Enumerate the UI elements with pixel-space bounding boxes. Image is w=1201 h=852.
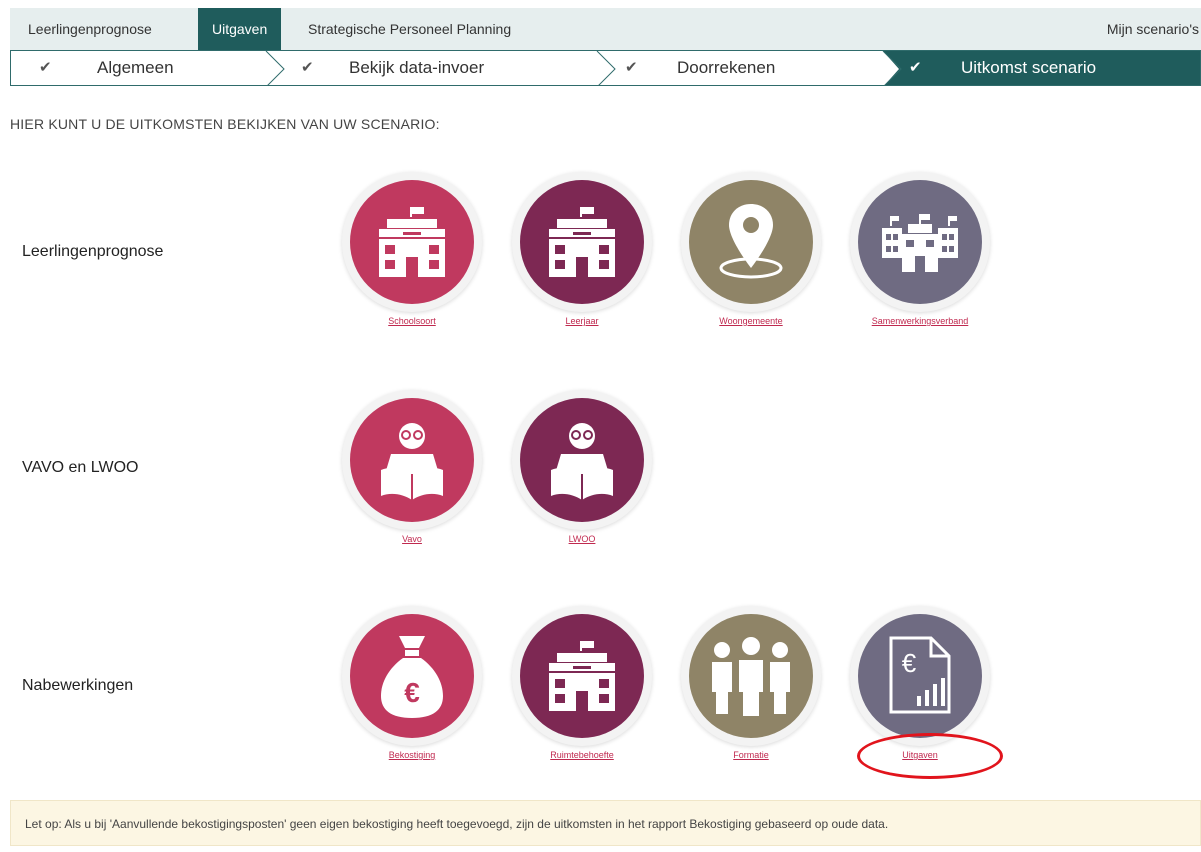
tile-link[interactable]: Ruimtebehoefte [512,750,652,760]
step-label: Algemeen [97,58,174,77]
tab-uitgaven[interactable]: Uitgaven [198,8,282,50]
tile-link[interactable]: Schoolsoort [342,316,482,326]
tile-link[interactable]: LWOO [512,534,652,544]
tile-circle: € [850,606,990,746]
tile-leerjaar[interactable]: Leerjaar [512,172,652,326]
notice-banner: Let op: Als u bij 'Aanvullende bekostigi… [10,800,1201,846]
reader-icon [350,398,474,522]
tile-circle [512,606,652,746]
tile-circle [342,172,482,312]
expense-report-icon: € [858,614,982,738]
tile-woongemeente[interactable]: Woongemeente [681,172,821,326]
tile-circle [512,390,652,530]
step-algemeen[interactable]: ✔ Algemeen [39,51,174,85]
step-label: Bekijk data-invoer [349,58,485,77]
tab-strategische-personeel-planning[interactable]: Strategische Personeel Planning [294,8,525,50]
tab-leerlingenprognose[interactable]: Leerlingenprognose [14,8,166,50]
step-divider [265,51,285,85]
tile-link[interactable]: Vavo [342,534,482,544]
tile-circle [681,172,821,312]
tile-ruimtebehoefte[interactable]: Ruimtebehoefte [512,606,652,760]
check-icon: ✔ [39,59,52,76]
tile-circle [850,172,990,312]
location-pin-icon [689,180,813,304]
svg-text:€: € [404,677,420,708]
step-label: Uitkomst scenario [961,58,1097,77]
tile-link[interactable]: Samenwerkingsverband [850,316,990,326]
section-label-vavo-lwoo: VAVO en LWOO [22,459,139,476]
tile-link[interactable]: Woongemeente [681,316,821,326]
check-icon: ✔ [301,59,314,76]
my-scenarios-link[interactable]: Mijn scenario's [1107,8,1201,50]
wizard-steps: ✔ Algemeen ✔ Bekijk data-invoer ✔ Doorre… [10,50,1201,86]
tile-schoolsoort[interactable]: Schoolsoort [342,172,482,326]
people-group-icon [689,614,813,738]
tile-vavo[interactable]: Vavo [342,390,482,544]
step-doorrekenen[interactable]: ✔ Doorrekenen [625,51,775,85]
section-label-nabewerkingen: Nabewerkingen [22,677,134,694]
tile-link[interactable]: Leerjaar [512,316,652,326]
check-icon: ✔ [909,59,922,76]
tile-formatie[interactable]: Formatie [681,606,821,760]
step-bekijk-data-invoer[interactable]: ✔ Bekijk data-invoer [301,51,484,85]
step-uitkomst-scenario[interactable]: ✔ Uitkomst scenario [909,51,1096,85]
section-label-leerlingenprognose: Leerlingenprognose [22,243,164,260]
tile-lwoo[interactable]: LWOO [512,390,652,544]
reader-icon [520,398,644,522]
school-group-icon [858,180,982,304]
tile-circle: € [342,606,482,746]
tile-circle [342,390,482,530]
intro-heading: HIER KUNT U DE UITKOMSTEN BEKIJKEN VAN U… [10,116,440,132]
tile-link[interactable]: Formatie [681,750,821,760]
tile-circle [512,172,652,312]
svg-text:€: € [902,648,917,678]
tile-circle [681,606,821,746]
highlight-ring [857,733,1003,779]
school-icon [350,180,474,304]
school-icon [520,614,644,738]
step-label: Doorrekenen [677,58,776,77]
school-icon [520,180,644,304]
money-bag-icon: € [350,614,474,738]
tile-samenwerkingsverband[interactable]: Samenwerkingsverband [850,172,990,326]
tile-bekostiging[interactable]: € Bekostiging [342,606,482,760]
tile-link[interactable]: Bekostiging [342,750,482,760]
step-divider [596,51,616,85]
top-nav: Leerlingenprognose Uitgaven Strategische… [10,8,1201,50]
check-icon: ✔ [625,59,638,76]
